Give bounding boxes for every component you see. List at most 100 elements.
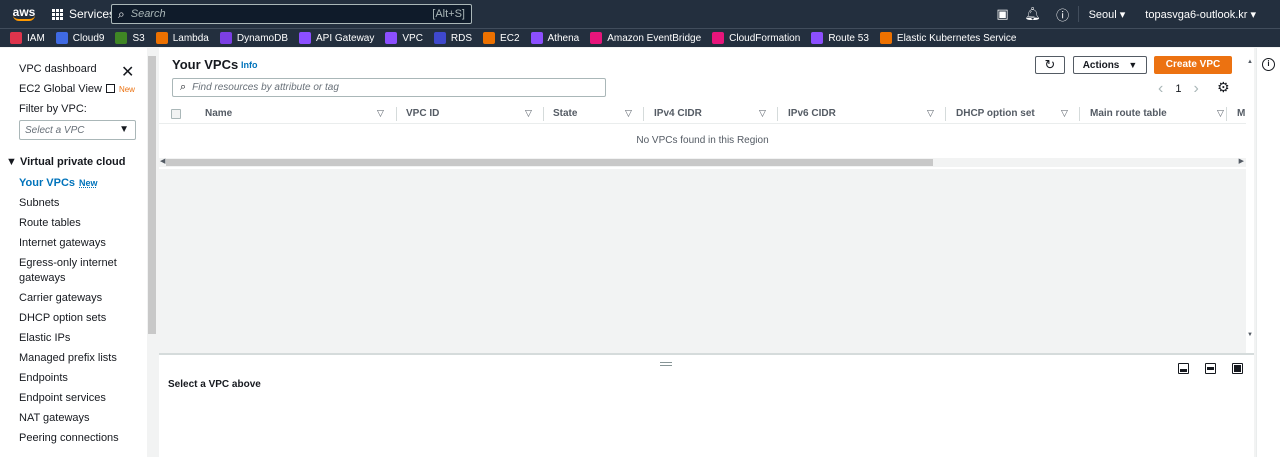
scroll-left-icon[interactable]: ◀ <box>160 157 165 165</box>
favorite-cloud9[interactable]: Cloud9 <box>55 32 104 44</box>
split-side-icon[interactable] <box>1205 363 1216 374</box>
favorite-ec2[interactable]: EC2 <box>483 32 520 44</box>
info-link[interactable]: Info <box>241 60 258 70</box>
sidebar-item-vpc-dashboard[interactable]: VPC dashboard <box>19 63 97 75</box>
column-divider[interactable] <box>777 107 778 121</box>
caret-down-icon: ▼ <box>6 156 17 168</box>
column-header-dhcp-option-set[interactable]: DHCP option set <box>956 108 1035 119</box>
sidebar-item-managed-prefix-lists[interactable]: Managed prefix lists <box>19 352 117 364</box>
close-icon[interactable]: ✕ <box>121 62 134 82</box>
scroll-down-icon[interactable]: ▼ <box>1247 332 1253 338</box>
vpc-table-panel: Your VPCs Info ↻ Actions ▼ Create VPC ⌕ F… <box>159 48 1254 353</box>
create-vpc-button[interactable]: Create VPC <box>1154 56 1232 74</box>
select-all-checkbox[interactable] <box>171 109 181 119</box>
actions-button[interactable]: Actions ▼ <box>1073 56 1147 74</box>
region-selector[interactable]: Seoul ▾ <box>1079 8 1136 21</box>
column-divider[interactable] <box>945 107 946 121</box>
sidebar-item-peering-connections[interactable]: Peering connections <box>19 432 119 444</box>
scrollbar-thumb[interactable] <box>148 56 156 334</box>
favorite-label: DynamoDB <box>236 32 288 44</box>
favorite-cloudformation[interactable]: CloudFormation <box>712 32 800 44</box>
resource-filter-input[interactable]: ⌕ Find resources by attribute or tag <box>172 78 606 97</box>
column-header-m[interactable]: M <box>1237 108 1245 119</box>
favorite-iam[interactable]: IAM <box>10 32 45 44</box>
split-full-icon[interactable] <box>1232 363 1243 374</box>
account-menu[interactable]: topasvga6-outlook.kr ▾ <box>1135 8 1280 21</box>
sidebar-item-gateways[interactable]: gateways <box>19 272 65 284</box>
search-icon: ⌕ <box>118 6 125 21</box>
sidebar-scrollbar[interactable] <box>147 48 157 457</box>
favorite-vpc[interactable]: VPC <box>385 32 423 44</box>
favorite-s3[interactable]: S3 <box>115 32 145 44</box>
bell-icon[interactable]: 🔔︎ <box>1018 6 1048 22</box>
sort-icon[interactable]: ▽ <box>525 108 532 119</box>
sidebar-item-subnets[interactable]: Subnets <box>19 197 59 209</box>
sidebar-item-egress-only-internet[interactable]: Egress-only internet <box>19 257 117 269</box>
sort-icon[interactable]: ▽ <box>377 108 384 119</box>
detail-panel: Select a VPC above <box>159 355 1254 457</box>
caret-down-icon: ▼ <box>119 124 129 135</box>
scrollbar-thumb[interactable] <box>166 159 933 166</box>
search-placeholder: Search <box>130 8 166 20</box>
sort-icon[interactable]: ▽ <box>1217 108 1224 119</box>
global-view-label: EC2 Global View <box>19 83 102 95</box>
column-header-vpc-id[interactable]: VPC ID <box>406 108 439 119</box>
scroll-up-icon[interactable]: ▲ <box>1247 59 1253 65</box>
info-icon[interactable]: i <box>1262 58 1275 71</box>
sidebar-item-elastic-ips[interactable]: Elastic IPs <box>19 332 70 344</box>
table-header: Name ▽ VPC ID ▽ State ▽ IPv4 CIDR ▽ IPv6 CIDR ▽ DH… <box>159 105 1246 124</box>
horizontal-scrollbar[interactable]: ◀ ▶ <box>159 158 1246 167</box>
favorite-label: IAM <box>27 32 45 44</box>
sort-icon[interactable]: ▽ <box>927 108 934 119</box>
sidebar-item-carrier-gateways[interactable]: Carrier gateways <box>19 292 102 304</box>
favorite-label: Route 53 <box>828 32 869 44</box>
scroll-right-icon[interactable]: ▶ <box>1239 157 1244 165</box>
column-divider[interactable] <box>1226 107 1227 121</box>
sidebar-item-route-tables[interactable]: Route tables <box>19 217 81 229</box>
section-virtual-private-cloud[interactable]: ▼ Virtual private cloud <box>6 156 126 168</box>
column-header-state[interactable]: State <box>553 108 577 119</box>
aws-logo[interactable]: aws <box>0 0 46 28</box>
favorite-amazon-eventbridge[interactable]: Amazon EventBridge <box>590 32 701 44</box>
sort-icon[interactable]: ▽ <box>625 108 632 119</box>
column-divider[interactable] <box>543 107 544 121</box>
chevron-left-icon[interactable]: ‹ <box>1158 80 1163 98</box>
favorite-route-53[interactable]: Route 53 <box>811 32 869 44</box>
gear-icon[interactable]: ⚙ <box>1217 79 1230 96</box>
column-divider[interactable] <box>643 107 644 121</box>
sidebar-item-dhcp-option-sets[interactable]: DHCP option sets <box>19 312 106 324</box>
sidebar-item-internet-gateways[interactable]: Internet gateways <box>19 237 106 249</box>
sidebar-item-nat-gateways[interactable]: NAT gateways <box>19 412 90 424</box>
drag-handle-icon[interactable] <box>660 362 672 366</box>
chevron-right-icon[interactable]: › <box>1193 80 1198 98</box>
column-divider[interactable] <box>1079 107 1080 121</box>
help-icon[interactable]: ⓘ <box>1048 5 1078 24</box>
split-bottom-icon[interactable] <box>1178 363 1189 374</box>
sort-icon[interactable]: ▽ <box>759 108 766 119</box>
column-header-name[interactable]: Name <box>205 108 232 119</box>
refresh-button[interactable]: ↻ <box>1035 56 1065 74</box>
favorite-api-gateway[interactable]: API Gateway <box>299 32 374 44</box>
cloudshell-icon[interactable]: ▣ <box>988 6 1018 22</box>
column-header-main-route-table[interactable]: Main route table <box>1090 108 1167 119</box>
sidebar-item-endpoints[interactable]: Endpoints <box>19 372 68 384</box>
column-divider[interactable] <box>396 107 397 121</box>
sidebar-item-endpoint-services[interactable]: Endpoint services <box>19 392 106 404</box>
favorite-label: Athena <box>547 32 580 44</box>
sidebar-item-ec2-global-view[interactable]: EC2 Global View New <box>19 83 135 95</box>
sidebar-item-your-vpcs[interactable]: Your VPCs New <box>19 177 98 189</box>
favorite-dynamodb[interactable]: DynamoDB <box>219 32 288 44</box>
sort-icon[interactable]: ▽ <box>1061 108 1068 119</box>
favorite-lambda[interactable]: Lambda <box>155 32 209 44</box>
favorite-rds[interactable]: RDS <box>433 32 472 44</box>
global-search-input[interactable]: ⌕ Search [Alt+S] <box>111 4 472 24</box>
favorite-athena[interactable]: Athena <box>530 32 580 44</box>
vertical-scrollbar[interactable]: ▲ ▼ <box>1246 48 1254 353</box>
page-number[interactable]: 1 <box>1175 83 1181 95</box>
column-header-ipv6-cidr[interactable]: IPv6 CIDR <box>788 108 836 119</box>
vpc-filter-select[interactable]: Select a VPC ▼ <box>19 120 136 140</box>
services-menu-button[interactable]: Services <box>52 7 115 21</box>
favorite-elastic-kubernetes-service[interactable]: Elastic Kubernetes Service <box>879 32 1016 44</box>
page-title: Your VPCs <box>172 57 239 72</box>
column-header-ipv4-cidr[interactable]: IPv4 CIDR <box>654 108 702 119</box>
